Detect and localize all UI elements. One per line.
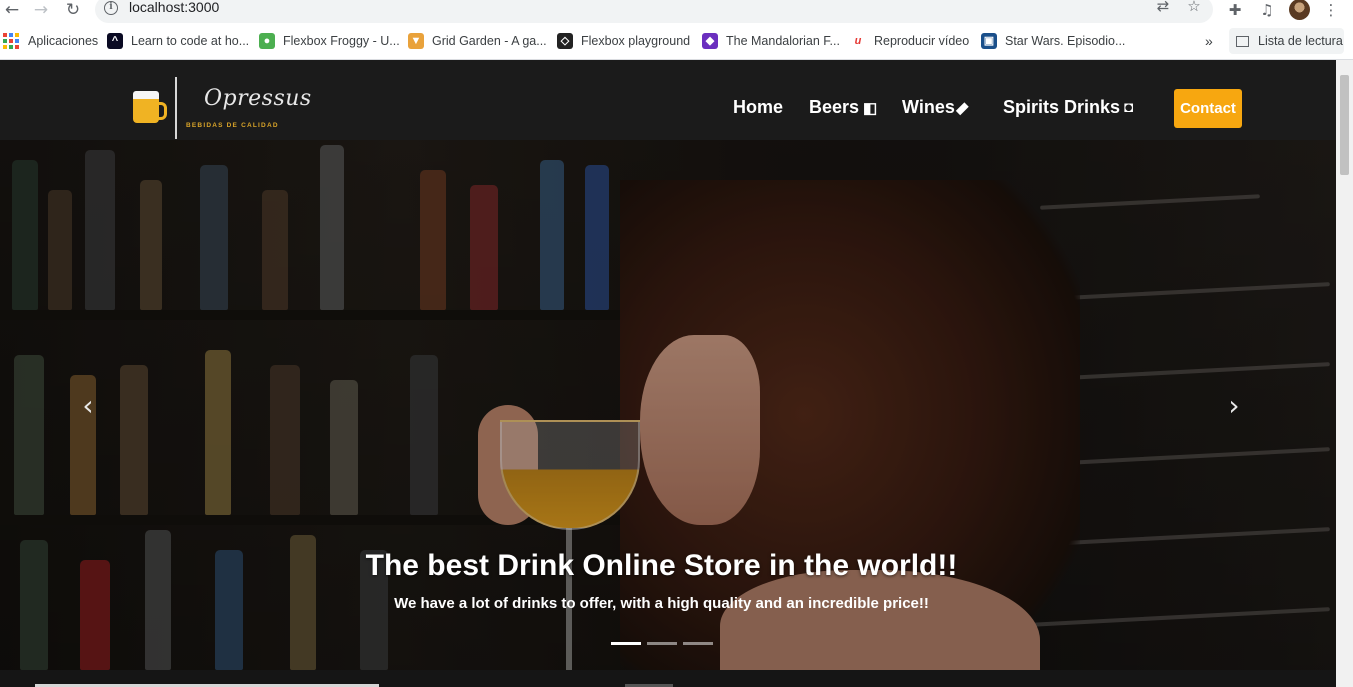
bookmark-freecodecamp[interactable]: ^ Learn to code at ho... <box>107 30 249 52</box>
bookmarks-bar: Aplicaciones ^ Learn to code at ho... ● … <box>0 28 1353 54</box>
reading-list-label: Lista de lectura <box>1258 34 1343 48</box>
nav-spirits-label: Spirits Drinks <box>1003 97 1121 117</box>
carousel-indicators <box>611 642 713 645</box>
browser-toolbar: ← → ↻ i localhost:3000 ⇄ ☆ ✚ ♫ ⋮ <box>0 0 1353 23</box>
more-bookmarks-button[interactable]: » <box>1205 30 1213 52</box>
carousel-indicator-2[interactable] <box>647 642 677 645</box>
back-icon[interactable]: ← <box>1 0 23 20</box>
bookmark-label: Flexbox Froggy - U... <box>283 34 400 48</box>
browser-chrome: ← → ↻ i localhost:3000 ⇄ ☆ ✚ ♫ ⋮ Aplicac… <box>0 0 1353 60</box>
beer-mug-logo-icon <box>133 91 167 123</box>
bookmark-star-icon[interactable]: ☆ <box>1184 0 1204 16</box>
nav-wines[interactable]: Wines ▮ <box>902 97 972 118</box>
url-text[interactable]: localhost:3000 <box>129 0 219 15</box>
bookmark-label: Grid Garden - A ga... <box>432 34 547 48</box>
freecodecamp-icon: ^ <box>107 33 123 49</box>
bookmark-grid-garden[interactable]: ▼ Grid Garden - A ga... <box>408 30 547 52</box>
nav-beers[interactable]: Beers ◧ <box>809 97 877 118</box>
reading-list-button[interactable]: Lista de lectura <box>1229 28 1344 54</box>
bookmark-reproducir-video[interactable]: u Reproducir vídeo <box>850 30 970 52</box>
carousel-indicator-1[interactable] <box>611 642 641 645</box>
bookmark-label: Reproducir vídeo <box>874 34 970 48</box>
wine-bottle-icon: ▮ <box>953 98 972 117</box>
hero-title: The best Drink Online Store in the world… <box>365 549 958 582</box>
page-scrollbar[interactable] <box>1336 60 1353 687</box>
below-fold-section <box>0 670 1336 687</box>
codepen-icon: ◇ <box>557 33 573 49</box>
bookmark-flexbox-froggy[interactable]: ● Flexbox Froggy - U... <box>259 30 400 52</box>
profile-avatar[interactable] <box>1289 0 1310 20</box>
media-control-icon[interactable]: ♫ <box>1256 0 1278 20</box>
menu-kebab-icon[interactable]: ⋮ <box>1320 0 1342 20</box>
nav-wines-label: Wines <box>902 97 955 117</box>
brand-name: Opressus <box>204 86 312 111</box>
bookmark-label: Aplicaciones <box>28 34 99 48</box>
bookmark-label: Star Wars. Episodio... <box>1005 34 1126 48</box>
scrollbar-thumb[interactable] <box>1340 75 1349 175</box>
address-bar[interactable]: i localhost:3000 ⇄ ☆ <box>95 0 1213 23</box>
bookmark-mandalorian[interactable]: ◆ The Mandalorian F... <box>702 30 840 52</box>
tv-icon: ▣ <box>981 33 997 49</box>
carousel-next-icon[interactable]: › <box>1222 392 1246 420</box>
frog-icon: ● <box>259 33 275 49</box>
contact-button[interactable]: Contact <box>1174 89 1242 128</box>
nav-home[interactable]: Home <box>733 97 783 118</box>
bookmark-star-wars[interactable]: ▣ Star Wars. Episodio... <box>981 30 1125 52</box>
site-info-icon[interactable]: i <box>104 1 118 15</box>
bookmark-flexbox-playground[interactable]: ◇ Flexbox playground <box>557 30 690 52</box>
translate-icon[interactable]: ⇄ <box>1153 0 1173 16</box>
carrot-icon: ▼ <box>408 33 424 49</box>
apps-grid-icon <box>3 33 19 49</box>
nav-spirits-drinks[interactable]: Spirits Drinks ◘ <box>1003 97 1133 118</box>
bookmark-label: Flexbox playground <box>581 34 691 48</box>
nav-beers-label: Beers <box>809 97 860 117</box>
bookmark-label: Learn to code at ho... <box>131 34 250 48</box>
beer-mug-icon: ◧ <box>863 99 878 117</box>
brand-tagline: BEBIDAS DE CALIDAD <box>186 122 279 129</box>
hero-overlay <box>0 140 1336 670</box>
hero-subtitle: We have a lot of drinks to offer, with a… <box>394 595 929 612</box>
shield-icon: ◆ <box>702 33 718 49</box>
reading-list-icon <box>1236 35 1249 47</box>
glass-icon: ◘ <box>1124 99 1134 116</box>
reload-icon[interactable]: ↻ <box>62 0 84 20</box>
carousel-prev-icon[interactable]: ‹ <box>76 392 100 420</box>
extensions-icon[interactable]: ✚ <box>1224 0 1246 20</box>
logo-divider <box>175 77 177 139</box>
nav-home-label: Home <box>733 97 784 117</box>
site-navbar: Opressus BEBIDAS DE CALIDAD Home Beers ◧… <box>0 60 1336 140</box>
forward-icon[interactable]: → <box>30 0 52 20</box>
play-u-icon: u <box>854 35 862 47</box>
carousel-indicator-3[interactable] <box>683 642 713 645</box>
hero-carousel: ‹ › The best Drink Online Store in the w… <box>0 140 1336 670</box>
page-viewport: Opressus BEBIDAS DE CALIDAD Home Beers ◧… <box>0 60 1336 687</box>
site-logo[interactable]: Opressus BEBIDAS DE CALIDAD <box>130 77 311 140</box>
bookmark-apps[interactable]: Aplicaciones <box>3 30 98 52</box>
bookmark-label: The Mandalorian F... <box>726 34 840 48</box>
